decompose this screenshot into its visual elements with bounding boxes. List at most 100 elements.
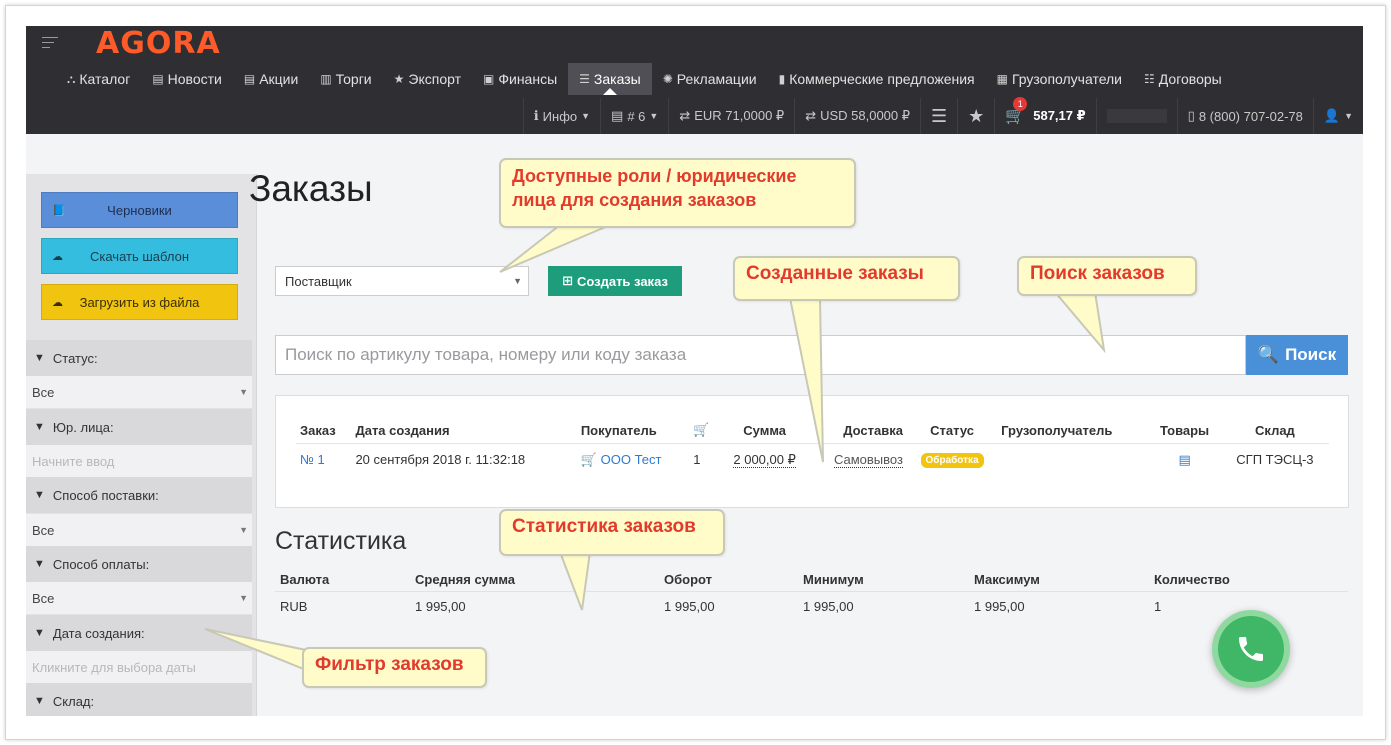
nav-item-4[interactable]: ▥ Торги [309,63,382,95]
caret-down-icon: ▼ [1344,111,1353,121]
nav-item-2[interactable]: ▤ Новости [141,63,233,95]
list-icon: ☰ [931,105,948,126]
col-goods[interactable]: Товары [1148,418,1221,444]
order-consignee [997,444,1148,476]
filter-payment-select[interactable]: Все ▼ [26,582,252,614]
building-icon: ▦ [996,72,1008,86]
nav-item-9[interactable]: ▮ Коммерческие предложения [768,63,986,95]
nav-item-label: Новости [167,71,222,87]
status-badge: Обработка [920,453,984,468]
buyer-link[interactable]: 🛒 ООО Тест [581,452,662,467]
stats-col: Валюта [275,568,410,592]
col-buyer[interactable]: Покупатель [576,418,690,444]
nav-item-label: Экспорт [408,71,462,87]
logo[interactable]: AGORA [96,26,221,61]
document-dropdown[interactable]: ▤ # 6 ▼ [600,98,668,134]
col-status[interactable]: Статус [906,418,998,444]
filter-status-header[interactable]: ▼ Статус: [26,340,252,376]
cart-total: 587,17 ₽ [1033,108,1086,123]
phone-number[interactable]: ▯ 8 (800) 707-02-78 [1176,98,1313,134]
call-button-inner [1218,616,1284,682]
nav-item-7[interactable]: ☰ Заказы [568,63,652,95]
stats-table: Валюта Средняя сумма Оборот Минимум Макс… [275,568,1348,621]
orders-header-row: Заказ Дата создания Покупатель 🛒 Сумма Д… [296,418,1329,444]
sitemap-icon: ⛬ [67,71,76,86]
file-icon: ▤ [611,108,624,123]
exchange-icon: ⇄ [679,108,691,123]
call-button[interactable] [1212,610,1290,688]
header-toolbar: ℹ Инфо ▼ ▤ # 6 ▼ ⇄ EUR 71,0000 ₽ ⇄ USD 58,0000… [522,97,1363,134]
caret-down-icon: ▼ [513,276,522,286]
stats-cell: 1 995,00 [803,599,854,614]
nav-item-10[interactable]: ▦ Грузополучатели [986,63,1133,95]
col-consignee[interactable]: Грузополучатель [997,418,1149,444]
filter-delivery-header[interactable]: ▼ Способ поставки: [26,477,252,513]
cart-button[interactable]: 🛒 1 587,17 ₽ [994,97,1095,134]
nav-item-label: Заказы [593,71,641,87]
col-cart[interactable]: 🛒 [689,418,720,444]
callout-roles: Доступные роли / юридические лица для со… [499,158,856,228]
search-placeholder: Поиск по артикулу товара, номеру или код… [285,345,687,364]
filter-payment-header[interactable]: ▼ Способ оплаты: [26,546,252,582]
search-button-label: Поиск [1285,345,1337,364]
nav-item-11[interactable]: ☷ Договоры [1133,63,1233,95]
filter-icon: ▼ [34,695,45,707]
filter-date-header[interactable]: ▼ Дата создания: [26,615,252,651]
search-button[interactable]: 🔍 Поиск [1246,335,1348,375]
nav-item-label: Акции [259,71,299,87]
filter-legal-header[interactable]: ▼ Юр. лица: [26,409,252,445]
table-row: RUB 1 995,00 1 995,00 1 995,00 1 995,00 … [275,592,1348,622]
col-order[interactable]: Заказ [296,418,352,444]
nav-item-1[interactable]: ⛬ Каталог [56,63,141,95]
list-view-button[interactable]: ☰ [920,98,957,134]
table-row: № 1 20 сентября 2018 г. 11:32:18 🛒 ООО Т… [296,444,1329,476]
order-date: 20 сентября 2018 г. 11:32:18 [355,452,526,467]
stats-col: Количество [1149,568,1348,592]
cloud-download-icon: ☁ [52,250,63,263]
order-delivery[interactable]: Самовывоз [833,452,903,468]
order-sum[interactable]: 2 000,00 ₽ [733,451,796,468]
hamburger-menu-icon[interactable] [42,37,58,49]
download-template-button[interactable]: ☁ Скачать шаблон [41,238,238,274]
eur-rate: ⇄ EUR 71,0000 ₽ [668,98,794,134]
stats-header-row: Валюта Средняя сумма Оборот Минимум Макс… [275,568,1348,592]
cloud-upload-icon: ☁ [52,296,63,309]
nav-item-5[interactable]: ★ Экспорт [383,63,472,95]
col-warehouse[interactable]: Склад [1220,418,1329,444]
create-order-button[interactable]: ⊞ Создать заказ [548,266,682,296]
filter-legal-input[interactable]: Начните ввод [26,445,252,477]
col-date[interactable]: Дата создания [351,418,577,444]
order-search-input[interactable]: Поиск по артикулу товара, номеру или код… [275,335,1246,375]
orders-panel: Заказ Дата создания Покупатель 🛒 Сумма Д… [275,395,1349,508]
orders-table: Заказ Дата создания Покупатель 🛒 Сумма Д… [296,418,1329,475]
callout-created: Созданные заказы [733,256,960,301]
col-sum[interactable]: Сумма [719,418,810,444]
col-delivery[interactable]: Доставка [809,418,907,444]
filter-status-select[interactable]: Все ▼ [26,376,252,408]
filter-date-input[interactable]: Кликните для выбора даты [26,651,252,683]
stats-cell: 1 995,00 [415,599,466,614]
cart-icon: 🛒 [580,451,598,467]
callout-filter: Фильтр заказов [302,647,487,688]
filter-warehouse-header[interactable]: ▼ Склад: [26,683,252,716]
user-menu[interactable]: 👤 ▼ [1312,98,1363,134]
stats-col: Оборот [659,568,798,592]
order-number-link[interactable]: № 1 [300,452,325,467]
info-dropdown[interactable]: ℹ Инфо ▼ [522,98,600,134]
main-nav: ⛬ Каталог ▤ Новости ▤ Акции ▥ Торги ★ Экспорт ▣ Фин… [56,63,1233,95]
top-header: AGORA ⛬ Каталог ▤ Новости ▤ Акции ▥ Торги ★ Экспо… [26,26,1363,134]
download-template-label: Скачать шаблон [89,248,190,264]
filter-delivery-select[interactable]: Все ▼ [26,514,252,546]
favorites-button[interactable]: ★ [957,98,994,134]
redacted-block [1106,109,1167,123]
drafts-button[interactable]: 📘 Черновики [41,192,238,228]
nav-item-8[interactable]: ✺ Рекламации [652,63,768,95]
upload-file-button[interactable]: ☁ Загрузить из файла [41,284,238,320]
nav-item-3[interactable]: ▤ Акции [233,63,309,95]
search-icon: 🔍 [1257,345,1280,364]
user-icon: 👤 [1323,108,1341,123]
nav-item-label: Грузополучатели [1011,71,1123,87]
role-select[interactable]: Поставщик ▼ [275,266,529,296]
nav-item-6[interactable]: ▣ Финансы [472,63,568,95]
goods-list-icon[interactable]: ▤ [1178,452,1190,467]
